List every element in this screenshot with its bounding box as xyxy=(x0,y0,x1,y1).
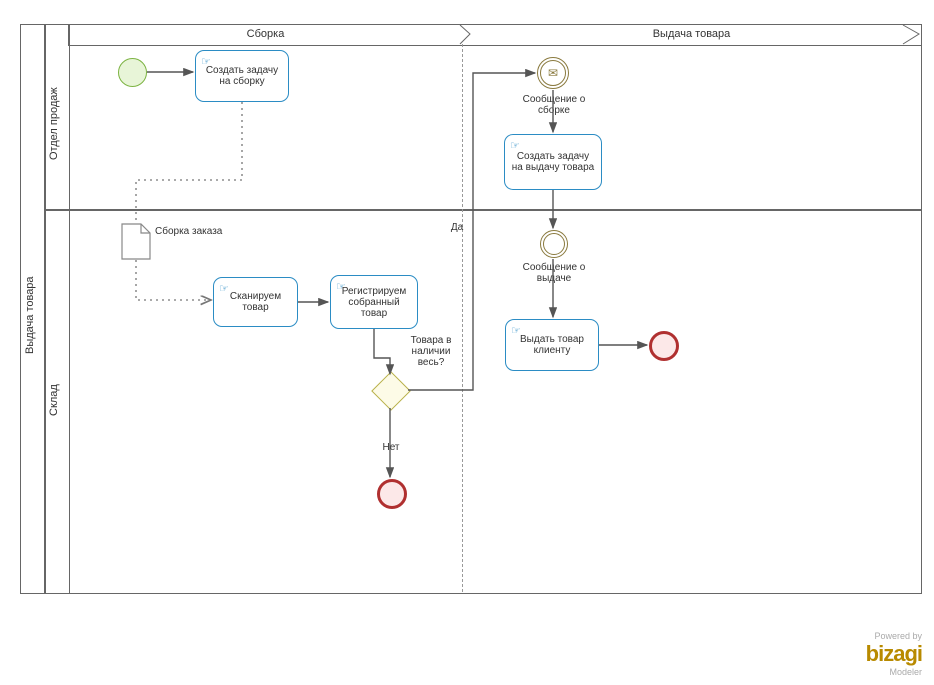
task-label: Выдать товар клиенту xyxy=(512,334,592,356)
message-event-assembly[interactable]: ✉ xyxy=(537,57,569,89)
task-label: Сканируем товар xyxy=(220,291,291,313)
task-label: Регистрируем собранный товар xyxy=(337,286,411,319)
footer: Powered by bizagi Modeler xyxy=(866,631,922,677)
phase-delivery: Выдача товара xyxy=(463,28,920,40)
footer-powered: Powered by xyxy=(866,631,922,641)
pool-title: Выдача товара xyxy=(24,270,40,360)
task-label: Создать задачу на выдачу товара xyxy=(511,151,595,173)
phase-divider-line xyxy=(462,44,463,592)
task-issue[interactable]: ☞ Выдать товар клиенту xyxy=(505,319,599,371)
manual-icon: ☞ xyxy=(201,55,211,68)
data-object-label: Сборка заказа xyxy=(155,226,235,237)
task-create-delivery[interactable]: ☞ Создать задачу на выдачу товара xyxy=(504,134,602,190)
bpmn-diagram: Выдача товара Отдел продаж Склад Сборка … xyxy=(0,0,934,685)
end-event-no[interactable] xyxy=(377,479,407,509)
manual-icon: ☞ xyxy=(510,139,520,152)
task-label: Создать задачу на сборку xyxy=(202,65,282,87)
pool-border xyxy=(20,24,922,594)
msg-delivery-label: Сообщение о выдаче xyxy=(515,262,593,284)
message-event-delivery[interactable] xyxy=(540,230,568,258)
lane-sales-title: Отдел продаж xyxy=(48,80,64,168)
task-scan[interactable]: ☞ Сканируем товар xyxy=(213,277,298,327)
envelope-icon: ✉ xyxy=(540,60,566,86)
footer-product: Modeler xyxy=(866,667,922,677)
manual-icon: ☞ xyxy=(511,324,521,337)
data-object-order[interactable] xyxy=(121,223,151,260)
lane-divider xyxy=(44,209,922,211)
task-register[interactable]: ☞ Регистрируем собранный товар xyxy=(330,275,418,329)
footer-brand: bizagi xyxy=(866,641,922,667)
gateway-yes: Да xyxy=(447,222,467,233)
task-create-assembly[interactable]: ☞ Создать задачу на сборку xyxy=(195,50,289,102)
circle-icon xyxy=(543,233,565,255)
gateway-no: Нет xyxy=(379,442,403,453)
manual-icon: ☞ xyxy=(219,282,229,295)
end-event-final[interactable] xyxy=(649,331,679,361)
phase-assembly: Сборка xyxy=(68,28,463,40)
manual-icon: ☞ xyxy=(336,280,346,293)
start-event[interactable] xyxy=(118,58,147,87)
msg-assembly-label: Сообщение о сборке xyxy=(515,94,593,116)
lane-warehouse-title: Склад xyxy=(48,370,64,430)
gateway-question: Товара в наличии весь? xyxy=(398,335,464,368)
